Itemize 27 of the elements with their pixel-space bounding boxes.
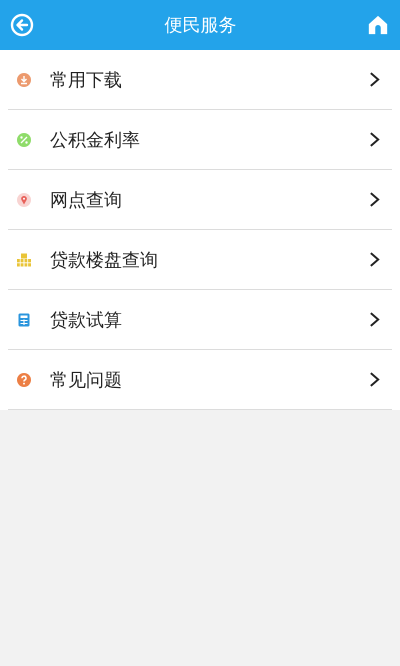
buildings-icon [16, 252, 32, 268]
menu-item-label: 贷款楼盘查询 [50, 248, 159, 272]
percent-icon [16, 132, 32, 148]
chevron-right-icon [369, 251, 380, 268]
chevron-right-icon [369, 311, 380, 328]
chevron-right-icon [369, 191, 380, 208]
menu-item-label: 公积金利率 [50, 128, 141, 152]
menu-item[interactable]: 贷款楼盘查询 [8, 230, 392, 290]
chevron-right-icon [369, 131, 380, 148]
menu-item-label: 常见问题 [50, 368, 123, 392]
question-icon [16, 372, 32, 388]
download-icon [16, 72, 32, 88]
location-pin-icon [16, 192, 32, 208]
chevron-right-icon [369, 71, 380, 88]
back-icon[interactable] [10, 13, 34, 37]
page-title: 便民服务 [164, 14, 236, 37]
home-icon[interactable] [367, 14, 389, 36]
menu-item[interactable]: 常见问题 [8, 350, 392, 410]
calculator-icon [16, 312, 32, 328]
menu-item[interactable]: 公积金利率 [8, 110, 392, 170]
menu-item[interactable]: 贷款试算 [8, 290, 392, 350]
menu-item-label: 常用下载 [50, 68, 123, 92]
menu-item[interactable]: 常用下载 [8, 50, 392, 110]
menu-item[interactable]: 网点查询 [8, 170, 392, 230]
chevron-right-icon [369, 371, 380, 388]
menu-item-label: 网点查询 [50, 188, 123, 212]
menu-item-label: 贷款试算 [50, 308, 123, 332]
